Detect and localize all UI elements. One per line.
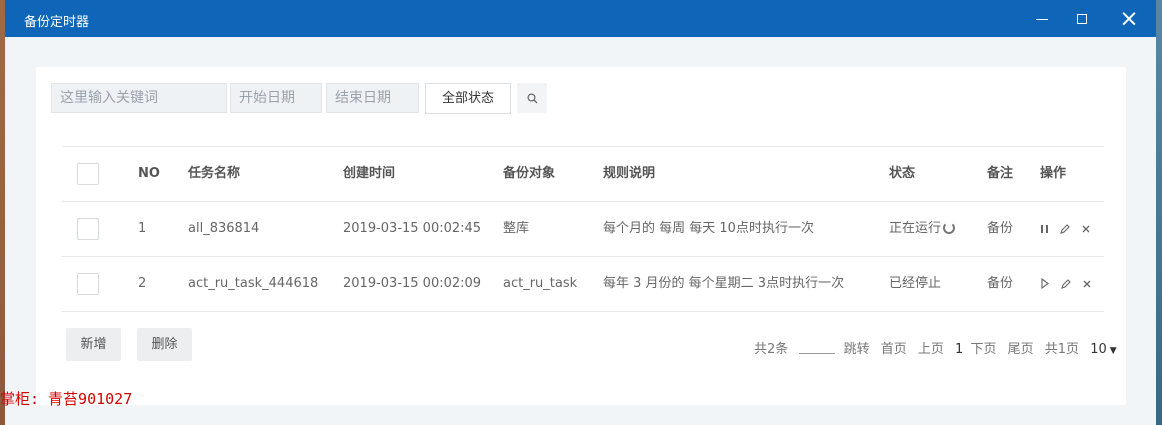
rule-description: 每个月的 每周 每天 10点时执行一次 xyxy=(603,221,814,236)
created-time: 2019-03-15 00:02:45 xyxy=(343,221,482,236)
header-backup-object: 备份对象 xyxy=(503,166,556,181)
table-header-row: NO 任务名称 创建时间 备份对象 规则说明 状态 备注 操作 xyxy=(62,146,1104,201)
backup-object: 整库 xyxy=(503,221,530,236)
delete-button[interactable] xyxy=(1082,276,1092,291)
play-button[interactable] xyxy=(1040,276,1050,291)
last-page-link[interactable]: 尾页 xyxy=(1008,338,1034,357)
edit-button[interactable] xyxy=(1060,276,1072,291)
row-checkbox[interactable] xyxy=(77,218,99,240)
maximize-icon xyxy=(1077,14,1087,24)
chevron-down-icon: ▼ xyxy=(1109,346,1117,356)
jump-button[interactable]: 跳转 xyxy=(844,338,870,357)
created-time: 2019-03-15 00:02:09 xyxy=(343,276,482,291)
previous-page-link[interactable]: 上页 xyxy=(918,338,944,357)
task-status: 已经停止 xyxy=(889,276,942,291)
backup-timer-window: 备份定时器 × 这里输入关键词 开始日期 结束日期 全部状态 NO 任务名称 创… xyxy=(5,0,1156,425)
table-row: 2 act_ru_task_444618 2019-03-15 00:02:09… xyxy=(62,256,1104,311)
start-date-input[interactable]: 开始日期 xyxy=(230,83,322,113)
first-page-link[interactable]: 首页 xyxy=(881,338,907,357)
pagination: 共2条 跳转 首页 上页 1 下页 尾页 共1页 10 ▼ xyxy=(754,338,1117,357)
task-note: 备份 xyxy=(987,276,1014,291)
header-rule-description: 规则说明 xyxy=(603,166,656,181)
task-name: all_836814 xyxy=(188,221,260,236)
search-button[interactable] xyxy=(517,83,547,113)
pause-button[interactable] xyxy=(1040,221,1049,236)
row-checkbox[interactable] xyxy=(77,273,99,295)
end-date-input[interactable]: 结束日期 xyxy=(326,83,419,113)
header-note: 备注 xyxy=(987,166,1014,181)
backup-object: act_ru_task xyxy=(503,276,578,291)
edit-icon xyxy=(1061,278,1071,289)
edit-button[interactable] xyxy=(1059,221,1071,236)
table-row: 1 all_836814 2019-03-15 00:02:45 整库 每个月的… xyxy=(62,201,1104,256)
total-pages: 共1页 xyxy=(1044,342,1080,357)
search-icon xyxy=(526,93,537,104)
edit-icon xyxy=(1060,223,1070,234)
table-divider xyxy=(62,311,1104,312)
page-size-select[interactable]: 10 xyxy=(1090,342,1107,357)
total-count: 共2条 xyxy=(754,342,789,357)
jump-page-input[interactable] xyxy=(799,341,836,354)
play-icon xyxy=(1041,277,1049,290)
add-button[interactable]: 新增 xyxy=(66,328,121,361)
close-button[interactable]: × xyxy=(1112,5,1146,33)
row-number: 1 xyxy=(138,221,147,236)
current-page: 1 xyxy=(955,342,964,357)
next-page-link[interactable]: 下页 xyxy=(970,338,996,357)
status-filter-select[interactable]: 全部状态 xyxy=(425,83,511,114)
row-number: 2 xyxy=(138,276,147,291)
delete-selected-button[interactable]: 删除 xyxy=(137,328,192,361)
header-no: NO xyxy=(138,166,160,181)
window-title: 备份定时器 xyxy=(24,15,90,30)
row-actions xyxy=(1040,256,1098,311)
keyword-search-input[interactable]: 这里输入关键词 xyxy=(51,83,227,113)
header-task-name: 任务名称 xyxy=(188,166,241,181)
row-actions xyxy=(1040,201,1097,256)
delete-icon xyxy=(1083,280,1091,287)
task-status: 正在运行 xyxy=(889,201,956,256)
loading-icon xyxy=(943,222,956,234)
task-name: act_ru_task_444618 xyxy=(188,276,319,291)
delete-icon xyxy=(1082,225,1090,232)
minimize-icon xyxy=(1036,18,1048,20)
select-all-checkbox[interactable] xyxy=(77,163,99,185)
task-note: 备份 xyxy=(987,221,1014,236)
header-actions: 操作 xyxy=(1040,166,1067,181)
minimize-button[interactable] xyxy=(1025,5,1059,33)
desktop-right-edge xyxy=(1156,0,1162,425)
title-bar: 备份定时器 × xyxy=(5,0,1156,37)
rule-description: 每年 3 月份的 每个星期二 3点时执行一次 xyxy=(603,276,845,291)
watermark-text: 掌柜: 青苔901027 xyxy=(0,390,133,408)
maximize-button[interactable] xyxy=(1065,5,1099,33)
header-status: 状态 xyxy=(889,166,916,181)
delete-button[interactable] xyxy=(1081,221,1091,236)
content-panel: 这里输入关键词 开始日期 结束日期 全部状态 NO 任务名称 创建时间 备份对象… xyxy=(36,67,1126,405)
header-created-time: 创建时间 xyxy=(343,166,396,181)
status-label: 正在运行 xyxy=(889,221,942,236)
pause-icon xyxy=(1041,224,1048,233)
